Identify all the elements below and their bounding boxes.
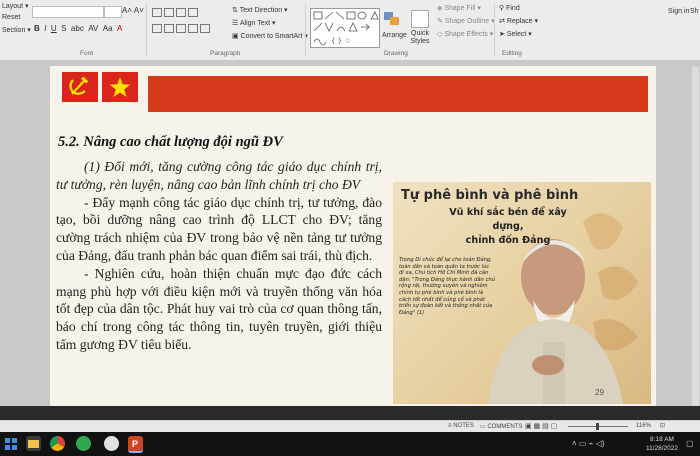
- list-icons[interactable]: [152, 8, 200, 17]
- font-size-box[interactable]: [104, 6, 122, 18]
- file-explorer-icon[interactable]: [26, 436, 41, 451]
- convert-smartart-button[interactable]: ▣ Convert to SmartArt ▾: [232, 32, 308, 40]
- svg-text:{ } ☆: { } ☆: [331, 37, 351, 45]
- start-icon[interactable]: [4, 437, 19, 452]
- paragraph-3: - Nghiên cứu, hoàn thiện chuẩn mực đạo đ…: [56, 265, 382, 352]
- paint-bucket-icon: ◈: [437, 5, 443, 12]
- shapes-gallery-icons: { } ☆: [313, 11, 379, 46]
- view-buttons[interactable]: ▣ ▦ ▤ ▢: [525, 422, 557, 430]
- party-flag-icon: [62, 72, 98, 102]
- replace-button[interactable]: ⇄ Replace ▾: [499, 17, 538, 25]
- national-flag-icon: [102, 72, 138, 102]
- share-button[interactable]: Sh: [690, 8, 699, 15]
- smartart-icon: ▣: [232, 33, 239, 40]
- align-text-icon: ☰: [232, 20, 239, 27]
- layout-button[interactable]: Layout ▾: [2, 2, 29, 10]
- clock-date: 11/28/2022: [645, 445, 678, 452]
- clock[interactable]: 8:18 AM 11/28/2022: [646, 435, 678, 453]
- shapes-gallery[interactable]: { } ☆: [310, 8, 380, 48]
- notes-icon: ≡: [448, 423, 452, 429]
- paragraph-2: - Đẩy mạnh công tác giáo dục chính trị, …: [56, 194, 382, 263]
- font-name-box[interactable]: [32, 6, 104, 18]
- shape-outline-button[interactable]: ✎ Shape Outline ▾: [437, 17, 495, 25]
- comment-icon: ▭: [480, 424, 486, 430]
- ribbon: Layout ▾ Reset Section ▾ A˄ A˅ B I U S a…: [0, 0, 700, 61]
- portrait-image: Tự phê bình và phê bình Vũ khí sắc bén đ…: [393, 182, 651, 404]
- zoom-level[interactable]: 116%: [636, 423, 651, 429]
- replace-icon: ⇄: [499, 18, 505, 25]
- notification-icon[interactable]: ▢: [686, 439, 694, 448]
- shape-fill-button[interactable]: ◈ Shape Fill ▾: [437, 4, 481, 12]
- divider: [494, 4, 495, 56]
- zoom-slider-thumb[interactable]: [596, 423, 599, 430]
- taskbar: P ˄ ▭ ⌁ ◁) 8:18 AM 11/28/2022 ▢: [0, 432, 700, 456]
- arrange-label: Arrange: [382, 32, 407, 39]
- comments-button[interactable]: ▭ COMMENTS: [480, 423, 522, 430]
- media-icon[interactable]: [104, 436, 119, 451]
- paragraph-1: (1) Đổi mới, tăng cường công tác giáo dụ…: [56, 159, 382, 192]
- image-quote: Trong Di chúc để lại cho toàn Đảng, toàn…: [399, 257, 495, 316]
- align-icons[interactable]: [152, 24, 212, 33]
- arrange-icon: [384, 12, 399, 25]
- notes-pane-edge: [0, 406, 700, 420]
- image-subtitle-line-2: chỉnh đốn Đảng: [465, 235, 551, 246]
- editing-group-label: Editing: [502, 50, 522, 57]
- slide-canvas[interactable]: 5.2. Nâng cao chất lượng đội ngũ ĐV (1) …: [50, 66, 656, 406]
- powerpoint-icon[interactable]: P: [128, 436, 143, 453]
- reset-button[interactable]: Reset: [2, 14, 20, 21]
- divider: [146, 4, 147, 56]
- text-direction-button[interactable]: ⇅ Text Direction ▾: [232, 6, 288, 14]
- section-button[interactable]: Section ▾: [2, 26, 31, 34]
- quick-styles-icon[interactable]: [411, 10, 429, 28]
- shape-effects-button[interactable]: ◇ Shape Effects ▾: [437, 30, 493, 38]
- cursor-icon: ➤: [499, 31, 505, 38]
- paragraph-group-label: Paragraph: [210, 50, 241, 57]
- fit-slide-icon[interactable]: ⊡: [660, 422, 665, 429]
- clock-time: 8:18 AM: [650, 436, 674, 443]
- image-title: Tự phê bình và phê bình: [401, 188, 579, 203]
- slide-heading: 5.2. Nâng cao chất lượng đội ngũ ĐV: [58, 134, 283, 150]
- quick-styles-label: Quick Styles: [410, 30, 430, 45]
- binoculars-icon: ⚲: [499, 5, 505, 12]
- grow-font-icon[interactable]: A˄ A˅: [122, 6, 144, 15]
- image-page-number: 29: [595, 388, 604, 397]
- vertical-scrollbar[interactable]: [692, 67, 699, 407]
- slide-body-text: (1) Đổi mới, tăng cường công tác giáo dụ…: [56, 158, 382, 354]
- divider: [305, 4, 306, 56]
- app-icon[interactable]: [76, 436, 91, 451]
- font-format-icons[interactable]: B I U S abc AV Aa A: [34, 24, 122, 33]
- align-text-button[interactable]: ☰ Align Text ▾: [232, 19, 276, 27]
- svg-text:P: P: [132, 439, 138, 449]
- sign-in-link[interactable]: Sign in: [668, 8, 689, 15]
- arrange-button[interactable]: [382, 10, 402, 28]
- notes-button[interactable]: ≡ NOTES: [448, 423, 474, 429]
- system-tray-icons[interactable]: ˄ ▭ ⌁ ◁): [572, 439, 605, 448]
- pen-icon: ✎: [437, 18, 443, 25]
- find-button[interactable]: ⚲ Find: [499, 4, 520, 12]
- select-button[interactable]: ➤ Select ▾: [499, 30, 532, 38]
- hammer-sickle-icon: [69, 76, 89, 95]
- effects-icon: ◇: [437, 31, 443, 38]
- header-banner: [148, 76, 648, 112]
- image-subtitle: Vũ khí sắc bén để xây dựng, chỉnh đốn Đả…: [433, 206, 583, 248]
- star-icon: [109, 77, 131, 97]
- text-direction-icon: ⇅: [232, 7, 238, 14]
- image-subtitle-line-1: Vũ khí sắc bén để xây dựng,: [449, 207, 567, 232]
- chrome-icon[interactable]: [50, 436, 65, 451]
- drawing-group-label: Drawing: [384, 50, 408, 57]
- font-group-label: Font: [80, 50, 94, 57]
